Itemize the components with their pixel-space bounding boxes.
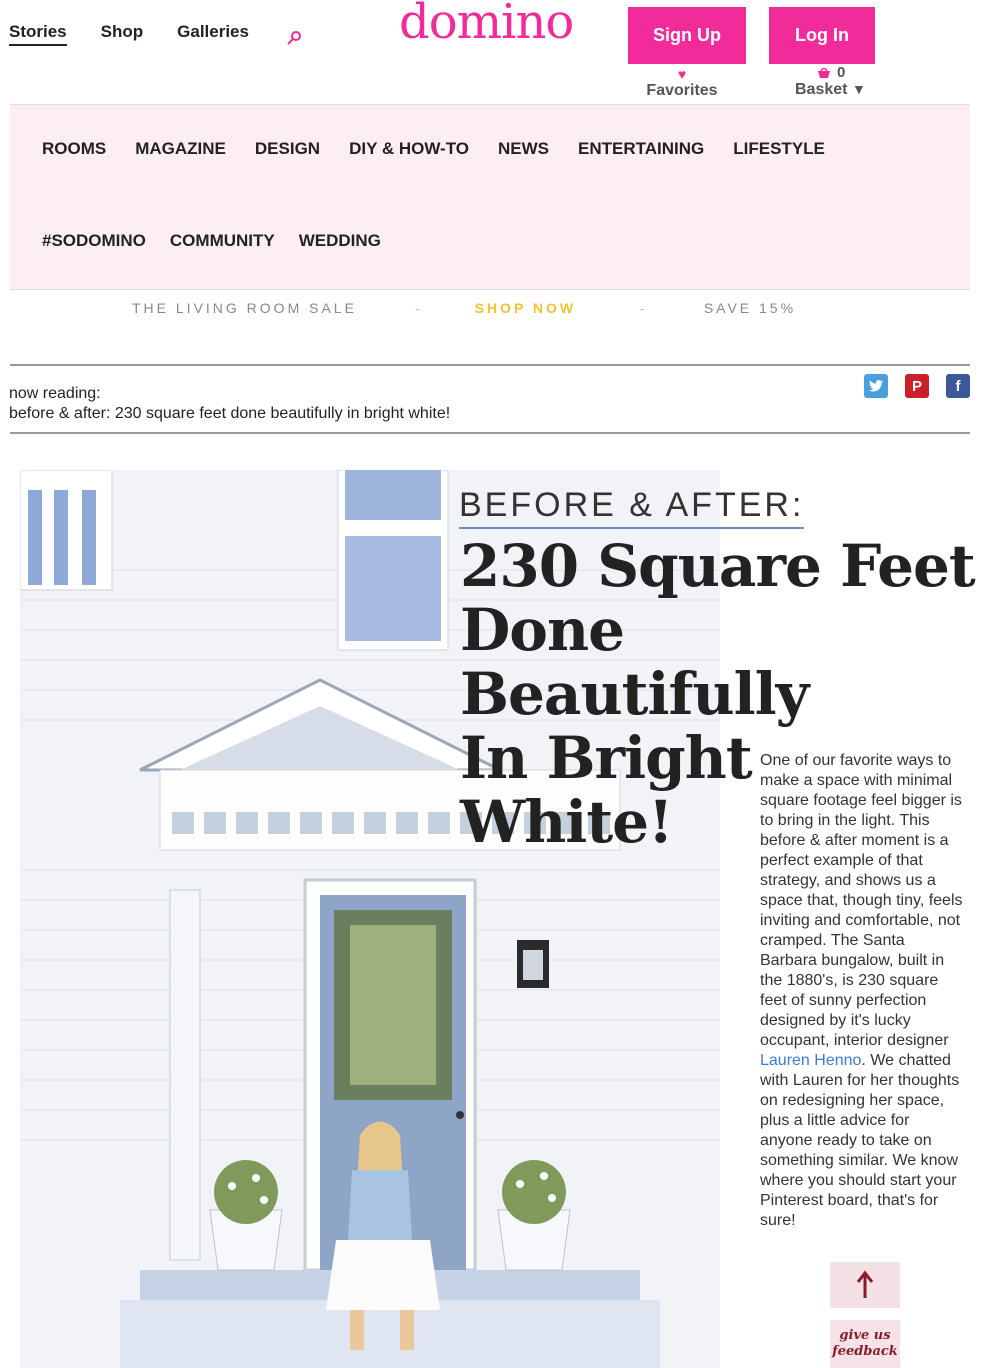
promo-separator: - — [414, 300, 423, 316]
article-intro: One of our favorite ways to make a space… — [760, 751, 965, 1231]
favorites-link[interactable]: ♥ Favorites — [642, 66, 722, 100]
nav-stories[interactable]: Stories — [9, 22, 67, 46]
nav-shop[interactable]: Shop — [101, 22, 144, 46]
menu-item-news[interactable]: NEWS — [498, 139, 549, 159]
promo-strip: THE LIVING ROOM SALE - SHOP NOW - SAVE 1… — [132, 300, 796, 316]
divider — [10, 432, 970, 434]
shop-now-link[interactable]: SHOP NOW — [475, 300, 577, 316]
logo[interactable]: domino — [399, 0, 574, 50]
sign-up-button[interactable]: Sign Up — [628, 7, 746, 64]
feedback-button[interactable]: give us feedback — [830, 1320, 900, 1368]
headline-line: Done Beautifully — [460, 596, 809, 728]
basket-icon — [818, 67, 830, 78]
menu-item-entertaining[interactable]: ENTERTAINING — [578, 139, 704, 159]
heart-icon: ♥ — [677, 66, 687, 82]
menu-item-community[interactable]: COMMUNITY — [170, 231, 275, 251]
headline-line: 230 Square Feet — [460, 532, 976, 600]
caret-down-icon: ▼ — [851, 81, 866, 97]
share-buttons: P f — [864, 374, 970, 398]
search-icon[interactable] — [286, 30, 302, 46]
main-menu: ROOMS MAGAZINE DESIGN DIY & HOW-TO NEWS … — [10, 104, 970, 290]
favorites-label: Favorites — [646, 82, 718, 99]
promo-separator: - — [640, 300, 648, 316]
intro-text: . We chatted with Lauren for her thought… — [760, 1052, 960, 1229]
nav-galleries[interactable]: Galleries — [177, 22, 249, 46]
menu-row-2: #SODOMINO COMMUNITY WEDDING — [42, 231, 410, 251]
basket-count: 0 — [837, 64, 846, 81]
menu-item-magazine[interactable]: MAGAZINE — [135, 139, 226, 159]
arrow-up-icon — [856, 1270, 874, 1298]
now-reading-title: before & after: 230 square feet done bea… — [9, 405, 451, 422]
article-kicker: BEFORE & AFTER: — [459, 486, 805, 529]
menu-item-design[interactable]: DESIGN — [255, 139, 320, 159]
log-in-button[interactable]: Log In — [769, 7, 875, 64]
basket-link[interactable]: 0 Basket ▼ — [795, 64, 866, 99]
menu-item-diy[interactable]: DIY & HOW-TO — [349, 139, 469, 159]
now-reading-label: now reading: — [9, 385, 101, 402]
designer-link[interactable]: Lauren Henno — [760, 1052, 861, 1069]
promo-text: THE LIVING ROOM SALE — [132, 300, 357, 316]
pinterest-icon[interactable]: P — [905, 374, 929, 398]
menu-row-1: ROOMS MAGAZINE DESIGN DIY & HOW-TO NEWS … — [42, 139, 854, 159]
twitter-icon[interactable] — [864, 374, 888, 398]
top-nav: Stories Shop Galleries — [9, 22, 249, 46]
menu-item-wedding[interactable]: WEDDING — [299, 231, 381, 251]
menu-item-rooms[interactable]: ROOMS — [42, 139, 106, 159]
facebook-icon[interactable]: f — [946, 374, 970, 398]
intro-text: One of our favorite ways to make a space… — [760, 752, 963, 1049]
menu-item-sodomino[interactable]: #SODOMINO — [42, 231, 146, 251]
divider — [10, 364, 970, 366]
promo-discount: SAVE 15% — [703, 300, 797, 316]
scroll-to-top-button[interactable] — [830, 1262, 900, 1308]
basket-label: Basket — [795, 81, 848, 98]
menu-item-lifestyle[interactable]: LIFESTYLE — [733, 139, 825, 159]
